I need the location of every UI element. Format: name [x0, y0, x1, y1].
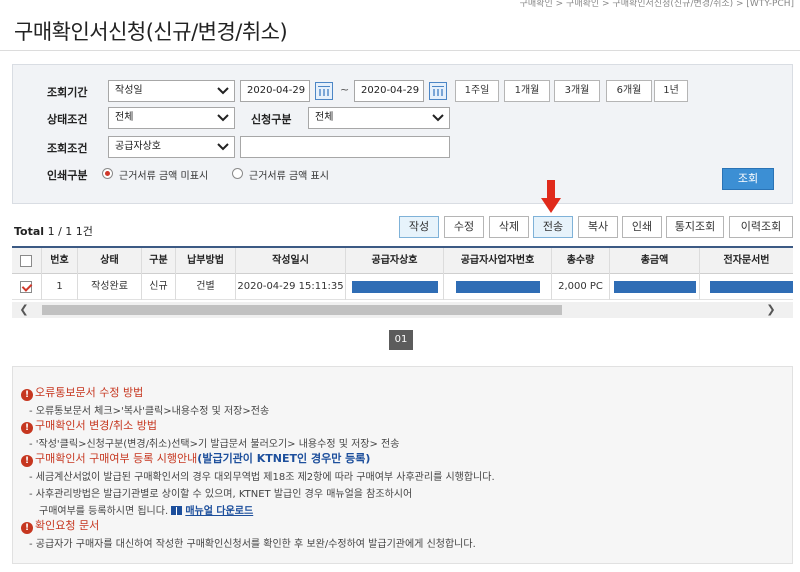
notice-heading-change-cancel: ! 구매확인서 변경/취소 방법	[21, 417, 157, 434]
alert-icon: !	[21, 522, 33, 534]
header-status: 상태	[78, 248, 142, 274]
arrow-down-icon	[541, 180, 561, 217]
period-3month-button[interactable]: 3개월	[554, 80, 600, 102]
manual-icon	[171, 506, 183, 516]
page-button-current[interactable]: 01	[389, 330, 413, 350]
notice-panel: ! 오류통보문서 수정 방법 - 오류통보문서 체크>'복사'클릭>내용수정 및 …	[12, 366, 793, 564]
period-1year-button[interactable]: 1년	[654, 80, 688, 102]
notice-line: - 사후관리방법은 발급기관별로 상이할 수 있으며, KTNET 발급인 경우…	[29, 489, 413, 500]
print-hide-amount-label[interactable]: 근거서류 금액 미표시	[119, 167, 208, 182]
scroll-left-icon[interactable]: ❮	[16, 302, 32, 318]
print-hide-amount-radio[interactable]	[102, 168, 113, 179]
cell-total-amount	[610, 274, 700, 300]
alert-icon: !	[21, 389, 33, 401]
notice-heading-error-fix: ! 오류통보문서 수정 방법	[21, 384, 143, 401]
select-all-checkbox[interactable]	[20, 255, 32, 267]
notice-line: 구매여부를 등록하시면 됩니다. 매뉴얼 다운로드	[39, 506, 254, 517]
horizontal-scrollbar[interactable]: ❮ ❯	[12, 302, 793, 318]
notice-line: - 오류통보문서 체크>'복사'클릭>내용수정 및 저장>전송	[29, 406, 270, 417]
period-type-select[interactable]: 작성일	[108, 80, 235, 102]
cell-status: 작성완료	[78, 274, 142, 300]
grid-header-row: 번호 상태 구분 납부방법 작성일시 공급자상호 공급자사업자번호 총수량 총금…	[12, 248, 793, 274]
header-type: 구분	[142, 248, 176, 274]
row-checkbox[interactable]	[20, 281, 32, 293]
table-row[interactable]: 1 작성완료 신규 건별 2020-04-29 15:11:35 2,000 P…	[12, 274, 793, 300]
scrollbar-thumb[interactable]	[42, 305, 562, 315]
breadcrumb: 구매확인 > 구매확인 > 구매확인서신청(신규/변경/취소) > [WTY-P…	[519, 0, 794, 9]
query-field-select[interactable]: 공급자상호	[108, 136, 235, 158]
query-label: 조회조건	[47, 142, 88, 155]
calendar-icon[interactable]	[429, 82, 447, 100]
cell-type: 신규	[142, 274, 176, 300]
header-payment: 납부방법	[176, 248, 236, 274]
history-query-button[interactable]: 이력조회	[729, 216, 793, 238]
cell-payment: 건별	[176, 274, 236, 300]
header-no: 번호	[42, 248, 78, 274]
send-button[interactable]: 전송	[533, 216, 573, 238]
print-button[interactable]: 인쇄	[622, 216, 662, 238]
cell-no: 1	[42, 274, 78, 300]
period-6month-button[interactable]: 6개월	[606, 80, 652, 102]
cell-total-qty: 2,000 PC	[552, 274, 610, 300]
notice-line: - 세금계산서없이 발급된 구매확인서의 경우 대외무역법 제18조 제2항에 …	[29, 472, 495, 483]
notice-query-button[interactable]: 통지조회	[666, 216, 724, 238]
notice-line: - '작성'클릭>신청구분(변경/취소)선택>기 발급문서 불러오기> 내용수정…	[29, 439, 400, 450]
apply-type-select[interactable]: 전체	[308, 107, 450, 129]
redaction-mask	[710, 281, 793, 293]
chevron-down-icon	[217, 87, 229, 95]
period-1month-button[interactable]: 1개월	[504, 80, 550, 102]
notice-line: - 공급자가 구매자를 대신하여 작성한 구매확인신청서를 확인한 후 보완/수…	[29, 539, 476, 550]
cell-supplier-bizno	[444, 274, 552, 300]
header-total-qty: 총수량	[552, 248, 610, 274]
alert-icon: !	[21, 455, 33, 467]
title-divider	[0, 50, 800, 51]
header-supplier-bizno: 공급자사업자번호	[444, 248, 552, 274]
redaction-mask	[352, 281, 438, 293]
header-edoc-no: 전자문서번	[723, 255, 770, 266]
notice-heading-confirm-request: ! 확인요청 문서	[21, 517, 99, 534]
notice-heading-purchase-registration: ! 구매확인서 구매여부 등록 시행안내(발급기관이 KTNET인 경우만 등록)	[21, 450, 370, 467]
period-label: 조회기간	[47, 86, 88, 99]
period-1week-button[interactable]: 1주일	[455, 80, 499, 102]
alert-icon: !	[21, 422, 33, 434]
query-input[interactable]	[240, 136, 450, 158]
print-type-label: 인쇄구분	[47, 169, 88, 182]
apply-type-label: 신청구분	[251, 113, 292, 126]
edit-button[interactable]: 수정	[444, 216, 484, 238]
calendar-icon[interactable]	[315, 82, 333, 100]
cell-supplier-name	[346, 274, 444, 300]
print-show-amount-label[interactable]: 근거서류 금액 표시	[249, 167, 329, 182]
page-title: 구매확인서신청(신규/변경/취소)	[14, 20, 288, 44]
copy-button[interactable]: 복사	[578, 216, 618, 238]
chevron-down-icon	[217, 143, 229, 151]
header-supplier-name: 공급자상호	[346, 248, 444, 274]
total-count: Total 1 / 1 1건	[14, 225, 93, 238]
cell-created: 2020-04-29 15:11:35	[236, 274, 346, 300]
date-from-input[interactable]: 2020-04-29	[240, 80, 310, 102]
cell-edoc-no	[700, 274, 793, 300]
write-button[interactable]: 작성	[399, 216, 439, 238]
search-button[interactable]: 조회	[722, 168, 774, 190]
redaction-mask	[456, 281, 540, 293]
chevron-down-icon	[432, 114, 444, 122]
manual-download-link[interactable]: 매뉴얼 다운로드	[185, 506, 253, 517]
status-label: 상태조건	[47, 113, 88, 126]
date-to-input[interactable]: 2020-04-29	[354, 80, 424, 102]
result-grid: 번호 상태 구분 납부방법 작성일시 공급자상호 공급자사업자번호 총수량 총금…	[12, 246, 793, 318]
chevron-down-icon	[217, 114, 229, 122]
print-show-amount-radio[interactable]	[232, 168, 243, 179]
redaction-mask	[614, 281, 696, 293]
status-select[interactable]: 전체	[108, 107, 235, 129]
header-created: 작성일시	[236, 248, 346, 274]
search-panel: 조회기간 작성일 2020-04-29 ~ 2020-04-29 1주일 1개월…	[12, 64, 793, 204]
delete-button[interactable]: 삭제	[489, 216, 529, 238]
header-total-amount: 총금액	[610, 248, 700, 274]
date-range-tilde: ~	[340, 83, 350, 96]
scroll-right-icon[interactable]: ❯	[763, 302, 779, 318]
